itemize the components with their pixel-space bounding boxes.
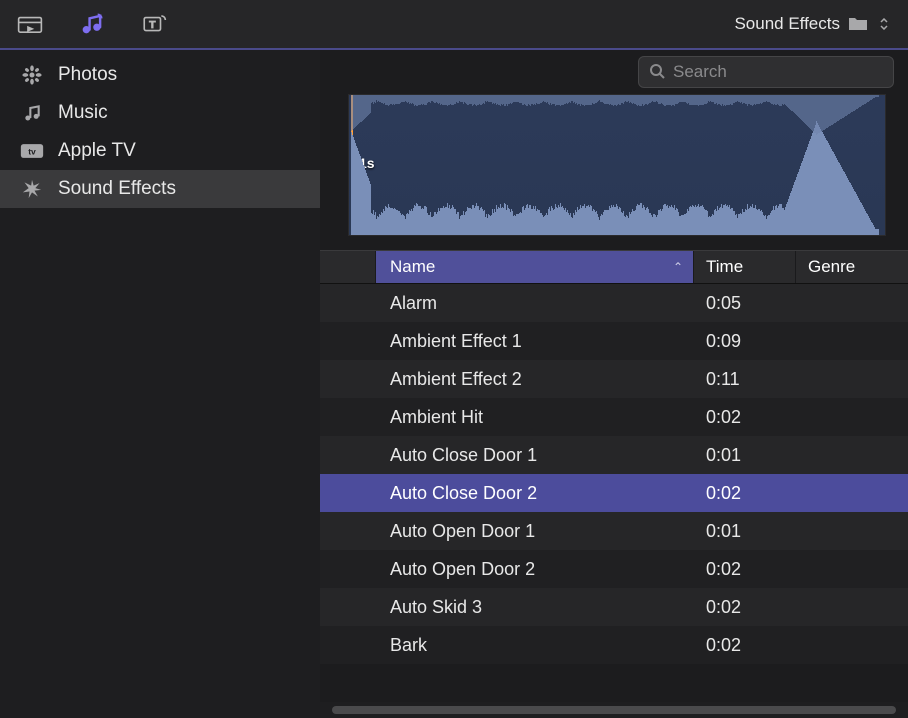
table-row[interactable]: Auto Open Door 10:01 [320, 512, 908, 550]
sidebar-item-label: Music [58, 102, 108, 124]
sidebar-item-sound-effects[interactable]: Sound Effects [0, 170, 320, 208]
table-row[interactable]: Auto Close Door 10:01 [320, 436, 908, 474]
waveform-container: 1s [320, 94, 908, 236]
cell-name: Auto Open Door 1 [376, 521, 694, 542]
video-library-icon[interactable] [14, 10, 46, 38]
table-row[interactable]: Ambient Effect 10:09 [320, 322, 908, 360]
svg-text:T: T [149, 19, 156, 31]
search-icon [649, 63, 665, 82]
cell-time: 0:02 [694, 635, 796, 656]
main-area: 1s Name ⌃ Time Genre Alar [320, 50, 908, 718]
cell-time: 0:05 [694, 293, 796, 314]
cell-time: 0:02 [694, 407, 796, 428]
browser-chooser-label: Sound Effects [734, 14, 840, 34]
sidebar-item-photos[interactable]: Photos [0, 56, 320, 94]
cell-name: Ambient Effect 1 [376, 331, 694, 352]
search-field[interactable] [638, 56, 894, 88]
appletv-icon: tv [18, 140, 46, 162]
horizontal-scrollbar-thumb[interactable] [332, 706, 896, 714]
sidebar: Photos Music tv Apple TV Sound Effects [0, 50, 320, 718]
table-row[interactable]: Ambient Hit0:02 [320, 398, 908, 436]
cell-name: Ambient Effect 2 [376, 369, 694, 390]
cell-time: 0:09 [694, 331, 796, 352]
cell-name: Auto Open Door 2 [376, 559, 694, 580]
music-icon [18, 102, 46, 124]
sidebar-item-appletv[interactable]: tv Apple TV [0, 132, 320, 170]
toolbar-left-group: T [14, 10, 170, 38]
column-indicator[interactable] [320, 251, 376, 283]
cell-time: 0:01 [694, 445, 796, 466]
sidebar-item-label: Sound Effects [58, 178, 176, 200]
table-row[interactable]: Auto Skid 30:02 [320, 588, 908, 626]
column-genre-label: Genre [808, 257, 855, 277]
svg-text:tv: tv [28, 146, 36, 156]
results-table: Name ⌃ Time Genre Alarm0:05Ambient Effec… [320, 250, 908, 718]
sidebar-item-label: Apple TV [58, 140, 136, 162]
audio-library-icon[interactable] [76, 10, 108, 38]
flower-icon [18, 64, 46, 86]
cell-name: Bark [376, 635, 694, 656]
table-row[interactable]: Bark0:02 [320, 626, 908, 664]
main-topbar [320, 50, 908, 94]
table-row[interactable]: Alarm0:05 [320, 284, 908, 322]
folder-icon [848, 15, 868, 34]
sidebar-item-label: Photos [58, 64, 117, 86]
table-header: Name ⌃ Time Genre [320, 250, 908, 284]
cell-time: 0:02 [694, 483, 796, 504]
body: Photos Music tv Apple TV Sound Effects [0, 50, 908, 718]
table-body[interactable]: Alarm0:05Ambient Effect 10:09Ambient Eff… [320, 284, 908, 702]
column-name-label: Name [390, 257, 435, 277]
column-time-label: Time [706, 257, 743, 277]
waveform-preview[interactable]: 1s [348, 94, 886, 236]
table-row[interactable]: Auto Open Door 20:02 [320, 550, 908, 588]
cell-time: 0:01 [694, 521, 796, 542]
cell-name: Auto Close Door 2 [376, 483, 694, 504]
sidebar-item-music[interactable]: Music [0, 94, 320, 132]
cell-name: Alarm [376, 293, 694, 314]
chevron-up-icon: ⌃ [673, 260, 683, 274]
table-row[interactable]: Auto Close Door 20:02 [320, 474, 908, 512]
toolbar: T Sound Effects [0, 0, 908, 50]
column-name[interactable]: Name ⌃ [376, 251, 694, 283]
cell-name: Ambient Hit [376, 407, 694, 428]
horizontal-scrollbar[interactable] [320, 702, 908, 718]
media-browser-window: T Sound Effects Photos [0, 0, 908, 718]
chevron-updown-icon [880, 18, 888, 30]
cell-time: 0:02 [694, 597, 796, 618]
column-genre[interactable]: Genre [796, 251, 908, 283]
cell-name: Auto Close Door 1 [376, 445, 694, 466]
search-input[interactable] [673, 62, 894, 82]
browser-chooser[interactable]: Sound Effects [734, 14, 894, 34]
cell-name: Auto Skid 3 [376, 597, 694, 618]
burst-icon [18, 178, 46, 200]
cell-time: 0:02 [694, 559, 796, 580]
titles-library-icon[interactable]: T [138, 10, 170, 38]
column-time[interactable]: Time [694, 251, 796, 283]
cell-time: 0:11 [694, 369, 796, 390]
table-row[interactable]: Ambient Effect 20:11 [320, 360, 908, 398]
